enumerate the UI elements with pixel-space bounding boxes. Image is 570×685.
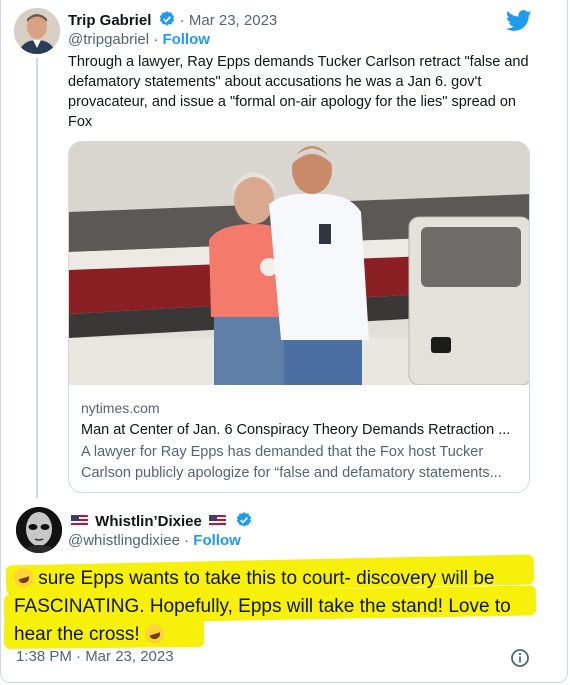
author-handle[interactable]: @tripgabriel (68, 31, 149, 48)
author-name[interactable]: Trip Gabriel (68, 12, 151, 29)
follow-button[interactable]: Follow (162, 31, 210, 48)
card-image (69, 142, 529, 385)
card-description: A lawyer for Ray Epps has demanded that … (81, 444, 502, 481)
separator: · (153, 31, 159, 48)
handle-line: @tripgabriel · Follow (68, 30, 210, 50)
separator: · (184, 532, 190, 549)
rolling-on-floor-laughing-emoji (142, 621, 167, 646)
tweet-text-body: sure Epps wants to take this to court- d… (14, 568, 511, 645)
follow-button[interactable]: Follow (193, 532, 241, 549)
tweet-timestamp[interactable]: 1:38 PM · Mar 23, 2023 (16, 648, 174, 665)
author-handle[interactable]: @whistlingdixiee (68, 532, 180, 549)
card-title: Man at Center of Jan. 6 Conspiracy Theor… (81, 422, 511, 438)
card-domain: nytimes.com (81, 400, 160, 416)
handle-line: @whistlingdixiee · Follow (68, 531, 241, 551)
us-flag-icon (209, 515, 227, 527)
us-flag-icon (71, 515, 88, 527)
avatar[interactable] (16, 507, 62, 553)
tweet-date[interactable]: Mar 23, 2023 (189, 12, 277, 29)
avatar[interactable] (14, 8, 60, 54)
separator: · (179, 12, 185, 29)
tweet-text: Through a lawyer, Ray Epps demands Tucke… (68, 54, 529, 130)
twitter-bird-icon[interactable] (505, 10, 532, 32)
tweet-text: sure Epps wants to take this to court- d… (11, 565, 544, 649)
rolling-on-floor-laughing-emoji (11, 565, 36, 590)
quoted-tweet[interactable]: Trip Gabriel · Mar 23, 2023 @tripgabriel… (0, 0, 570, 500)
info-icon[interactable] (510, 648, 530, 668)
thread-line (36, 58, 38, 498)
link-card[interactable]: nytimes.com Man at Center of Jan. 6 Cons… (68, 141, 530, 493)
author-name[interactable]: Whistlin’Dixiee (95, 513, 202, 530)
